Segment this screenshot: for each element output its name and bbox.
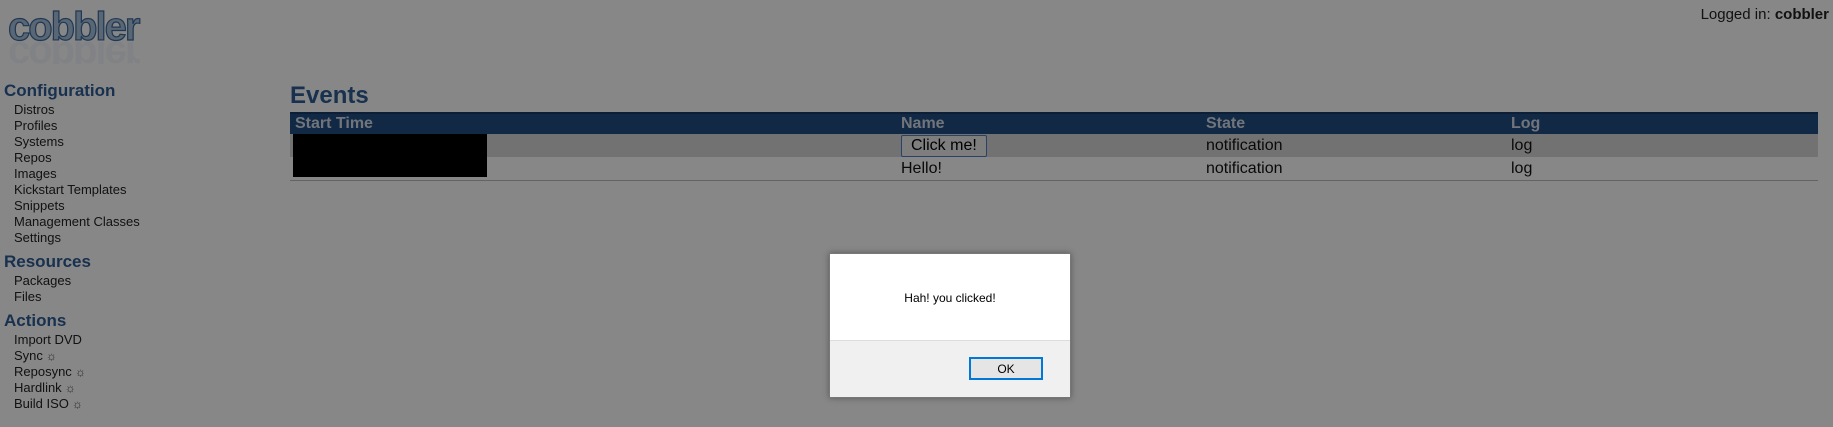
ok-button[interactable]: OK <box>969 357 1043 380</box>
page: cobbler cobbler cobbler Logged in: cobbl… <box>0 0 1833 427</box>
alert-message: Hah! you clicked! <box>904 290 996 305</box>
alert-footer: OK <box>830 340 1070 397</box>
alert-dialog: Hah! you clicked! OK <box>829 253 1071 398</box>
